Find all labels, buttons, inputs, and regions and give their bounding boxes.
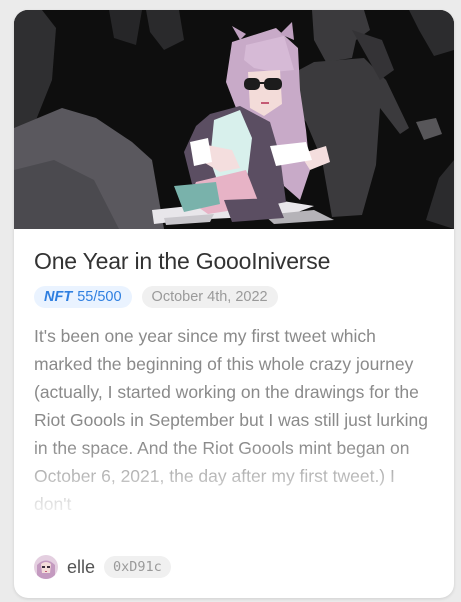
post-cover-image[interactable]: [14, 10, 454, 229]
post-title[interactable]: One Year in the GoooIniverse: [34, 248, 330, 275]
nft-progress: 55/500: [77, 289, 122, 305]
post-card[interactable]: One Year in the GoooIniverse NFT 55/500 …: [14, 10, 454, 598]
anime-girl-avatar-icon: [34, 555, 58, 579]
author-name: elle: [67, 556, 96, 577]
nft-badge[interactable]: NFT 55/500: [34, 286, 132, 308]
post-excerpt: It's been one year since my first tweet …: [34, 326, 428, 512]
nft-tag: NFT: [44, 289, 73, 305]
post-date: October 4th, 2022: [141, 286, 278, 308]
post-meta: NFT 55/500 October 4th, 2022: [34, 286, 278, 308]
author-row[interactable]: elle 0xD91c: [34, 555, 171, 579]
author-address: 0xD91c: [104, 556, 171, 578]
